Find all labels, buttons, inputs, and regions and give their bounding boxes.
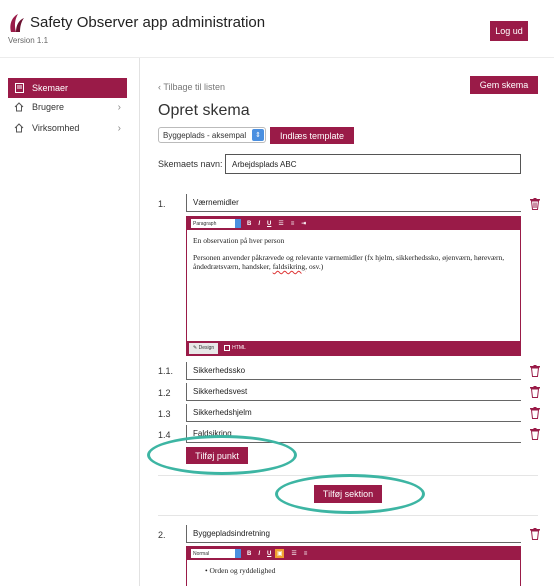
template-select-value: Byggeplads - aksempal — [163, 130, 247, 140]
sidebar-item-label: Virksomhed — [32, 123, 80, 133]
trash-icon[interactable] — [530, 528, 540, 540]
sidebar-item-brugere[interactable]: Brugere › — [8, 97, 127, 117]
chevron-updown-icon: ⇕ — [252, 129, 264, 141]
list-icon[interactable]: ☰ — [278, 220, 283, 227]
form-name-input[interactable] — [225, 154, 521, 174]
point-input[interactable]: Sikkerhedsvest — [186, 383, 521, 401]
point-input[interactable]: Sikkerhedssko — [186, 362, 521, 380]
align-icon[interactable]: ≡ — [291, 221, 295, 227]
underline-icon[interactable]: U — [267, 221, 271, 227]
divider — [158, 475, 538, 476]
chevron-right-icon: › — [117, 101, 121, 113]
sidebar-item-virksomhed[interactable]: Virksomhed › — [8, 118, 127, 138]
editor-content[interactable]: • Orden og ryddelighed — [187, 560, 520, 581]
trash-icon[interactable] — [530, 407, 540, 419]
bold-icon[interactable]: B — [247, 221, 251, 227]
form-name-label: Skemaets navn: — [158, 159, 223, 169]
italic-icon[interactable]: I — [258, 221, 260, 227]
save-form-button[interactable]: Gem skema — [470, 76, 538, 94]
align-icon[interactable]: ≡ — [304, 551, 308, 557]
rich-text-editor[interactable]: Paragraph B I U ☰ ≡ ⇥ En observation på … — [186, 216, 521, 356]
design-tab[interactable]: ✎ Design — [189, 342, 219, 354]
point-number: 1.1. — [158, 366, 174, 376]
load-template-button[interactable]: Indlæs template — [270, 127, 354, 144]
home-icon — [12, 123, 26, 133]
html-tab[interactable]: HTML — [224, 345, 246, 351]
editor-paragraph: En observation på hver person — [193, 236, 285, 245]
editor-bullet: • Orden og ryddelighed — [205, 566, 276, 575]
sidebar-item-label: Skemaer — [32, 83, 69, 93]
divider — [158, 515, 538, 516]
highlight-icon[interactable]: ▣ — [275, 549, 285, 558]
document-icon — [12, 83, 26, 93]
section-title-input[interactable]: Byggepladsindretning — [186, 525, 521, 543]
trash-icon[interactable] — [530, 365, 540, 377]
point-input[interactable]: Sikkerhedshjelm — [186, 404, 521, 422]
list-icon[interactable]: ☰ — [291, 550, 296, 557]
app-header: Safety Observer app administration Versi… — [0, 0, 554, 58]
bold-icon[interactable]: B — [247, 551, 251, 557]
trash-icon[interactable] — [530, 386, 540, 398]
app-title: Safety Observer app administration — [30, 14, 266, 31]
editor-toolbar: Normal B I U ▣ ☰ ≡ — [187, 547, 520, 560]
html-icon — [224, 345, 231, 351]
point-number: 1.3 — [158, 409, 171, 419]
sidebar-item-skemaer[interactable]: Skemaer — [8, 78, 127, 98]
template-select[interactable]: Byggeplads - aksempal ⇕ — [158, 127, 266, 143]
indent-icon[interactable]: ⇥ — [301, 220, 306, 227]
logout-button[interactable]: Log ud — [490, 21, 528, 41]
editor-content[interactable]: En observation på hver person Personen a… — [187, 230, 520, 285]
underline-icon[interactable]: U — [267, 551, 271, 557]
app-version: Version 1.1 — [8, 36, 49, 45]
section-number: 2. — [158, 530, 166, 540]
editor-statusbar: ✎ Design HTML — [187, 341, 520, 355]
add-point-button[interactable]: Tilføj punkt — [186, 447, 248, 464]
rich-text-editor[interactable]: Normal B I U ▣ ☰ ≡ • Orden og ryddelighe… — [186, 546, 521, 586]
add-section-button[interactable]: Tilføj sektion — [314, 485, 382, 503]
sidebar: Skemaer Brugere › Virksomhed › — [0, 58, 140, 586]
italic-icon[interactable]: I — [258, 551, 260, 557]
format-select[interactable]: Normal — [191, 549, 241, 558]
point-number: 1.2 — [158, 388, 171, 398]
back-to-list-link[interactable]: ‹ Tilbage til listen — [158, 82, 225, 92]
sidebar-item-label: Brugere — [32, 102, 65, 112]
section-title-input[interactable]: Værnemidler — [186, 194, 521, 212]
trash-icon[interactable] — [530, 428, 540, 440]
format-select[interactable]: Paragraph — [191, 219, 241, 228]
section-number: 1. — [158, 199, 166, 209]
trash-icon[interactable] — [530, 198, 540, 210]
point-input[interactable]: Faldsikring — [186, 425, 521, 443]
page-title: Opret skema — [158, 102, 250, 119]
chevron-right-icon: › — [117, 122, 121, 134]
editor-toolbar: Paragraph B I U ☰ ≡ ⇥ — [187, 217, 520, 230]
app-logo-icon — [10, 14, 24, 32]
home-icon — [12, 102, 26, 112]
editor-paragraph: Personen anvender påkrævede og relevante… — [193, 253, 505, 271]
point-number: 1.4 — [158, 430, 171, 440]
